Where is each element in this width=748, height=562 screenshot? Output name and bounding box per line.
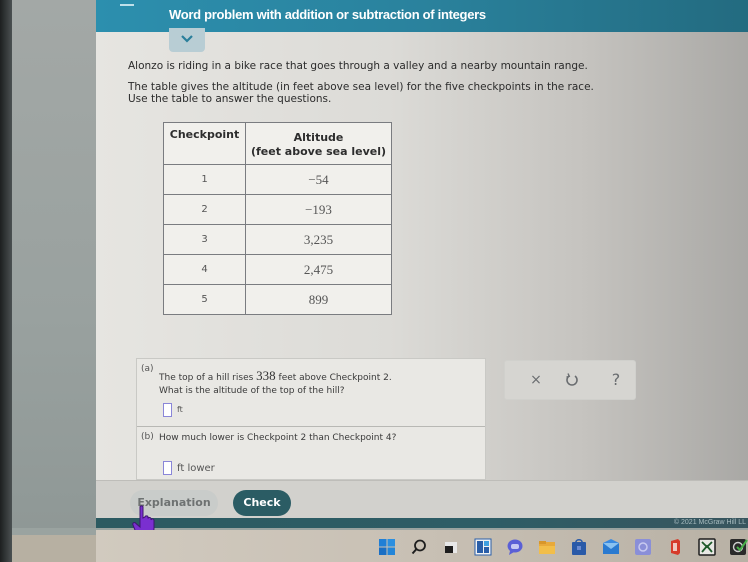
table-row: 2 −193: [163, 194, 392, 225]
intro-text: The table gives the altitude (in feet ab…: [128, 81, 594, 93]
windows-start-icon[interactable]: [378, 538, 396, 556]
table-row: 1 −54: [163, 164, 392, 195]
column-header-altitude: Altitude (feet above sea level): [245, 122, 392, 165]
intro-line: The table gives the altitude (in feet ab…: [128, 81, 648, 105]
windows-taskbar: [96, 530, 748, 562]
undo-icon: [566, 373, 578, 386]
help-button[interactable]: ?: [605, 369, 627, 391]
question-a-number: 338: [256, 368, 276, 383]
chat-icon[interactable]: [506, 538, 524, 556]
table-row: 3 3,235: [163, 224, 392, 255]
altitude-header-line1: Altitude: [293, 130, 344, 144]
question-panel: (a) The top of a hill rises 338 feet abo…: [136, 358, 486, 480]
table-row: 4 2,475: [163, 254, 392, 285]
question-a-text-start: The top of a hill rises: [159, 373, 257, 383]
question-b-label: (b): [141, 432, 154, 442]
column-header-checkpoint: Checkpoint: [163, 122, 246, 165]
office-icon[interactable]: [666, 538, 684, 556]
help-icon: ?: [611, 370, 621, 389]
table-header-row: Checkpoint Altitude (feet above sea level…: [163, 122, 392, 165]
collapse-header-button[interactable]: [169, 28, 205, 52]
checkpoint-cell: 3: [163, 224, 246, 255]
question-a-text-end: feet above Checkpoint 2.: [275, 373, 392, 383]
altitude-cell: −193: [245, 194, 392, 225]
file-explorer-icon[interactable]: [538, 538, 556, 556]
mail-icon[interactable]: [602, 538, 620, 556]
question-b-text: How much lower is Checkpoint 2 than Chec…: [159, 433, 397, 443]
desktop-background: [12, 535, 96, 562]
task-view-icon[interactable]: [442, 538, 460, 556]
app-icon[interactable]: [634, 538, 652, 556]
chevron-down-icon: [181, 35, 193, 43]
altitude-cell: 3,235: [245, 224, 392, 255]
app-check-icon[interactable]: [730, 538, 748, 556]
intro-line: Alonzo is riding in a bike race that goe…: [128, 60, 588, 72]
copyright-text: © 2021 McGraw Hill LL: [673, 519, 746, 526]
aleks-app-window: Word problem with addition or subtractio…: [96, 0, 748, 528]
table-row: 5 899: [163, 284, 392, 315]
question-a-text: The top of a hill rises 338 feet above C…: [159, 369, 392, 398]
altitude-header-line2: (feet above sea level): [250, 144, 387, 158]
store-icon[interactable]: [570, 538, 588, 556]
clear-answer-button[interactable]: ×: [525, 369, 547, 391]
altitude-cell: 899: [245, 284, 392, 315]
question-a-label: (a): [141, 364, 154, 374]
altitude-cell: −54: [245, 164, 392, 195]
altitude-cell: 2,475: [245, 254, 392, 285]
widgets-icon[interactable]: [474, 538, 492, 556]
answer-a-unit: ft: [177, 405, 183, 414]
question-a-prompt: What is the altitude of the top of the h…: [159, 386, 345, 396]
answer-tools: × ?: [504, 360, 636, 400]
page-title: Word problem with addition or subtractio…: [169, 7, 486, 22]
checkpoint-cell: 2: [163, 194, 246, 225]
search-icon[interactable]: [410, 538, 428, 556]
hamburger-menu-icon[interactable]: [120, 0, 134, 6]
problem-statement: Alonzo is riding in a bike race that goe…: [128, 60, 648, 105]
checkpoint-cell: 1: [163, 164, 246, 195]
close-icon: ×: [530, 372, 542, 388]
answer-a-input[interactable]: [163, 403, 172, 417]
browser-side-area: [12, 0, 96, 528]
undo-button[interactable]: [561, 369, 583, 391]
footer-bar: © 2021 McGraw Hill LL: [96, 518, 748, 528]
question-b: (b) How much lower is Checkpoint 2 than …: [137, 427, 485, 481]
answer-b-unit: ft lower: [177, 463, 215, 474]
checkpoint-cell: 5: [163, 284, 246, 315]
check-button[interactable]: Check: [233, 490, 291, 516]
altitude-table: Checkpoint Altitude (feet above sea level…: [163, 122, 392, 315]
screen-bezel: [0, 0, 12, 562]
xbox-icon[interactable]: [698, 538, 716, 556]
question-a: (a) The top of a hill rises 338 feet abo…: [137, 359, 485, 427]
checkpoint-cell: 4: [163, 254, 246, 285]
answer-b-input[interactable]: [163, 461, 172, 475]
intro-text: Use the table to answer the questions.: [128, 93, 332, 105]
